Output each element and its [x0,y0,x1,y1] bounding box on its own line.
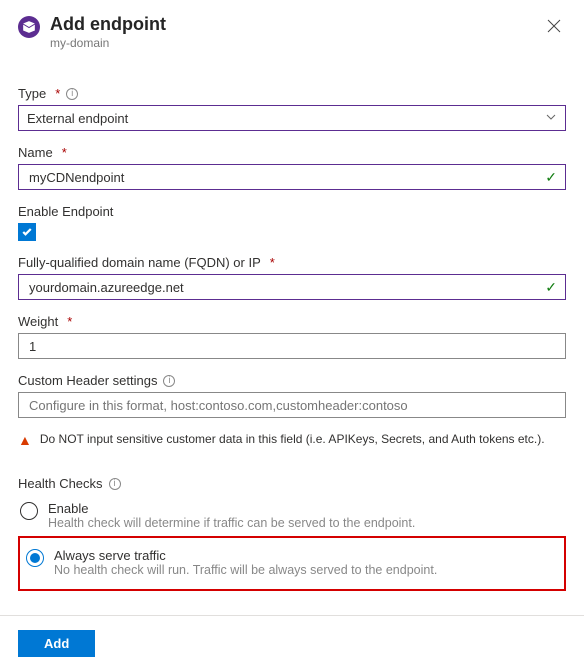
type-value: External endpoint [27,111,128,126]
hc-always-desc: No health check will run. Traffic will b… [54,563,437,577]
valid-check-icon: ✓ [545,169,557,186]
health-checks-label: Health Checks [18,476,103,491]
custom-header-label: Custom Header settings [18,373,157,388]
add-button[interactable]: Add [18,630,95,657]
fqdn-label: Fully-qualified domain name (FQDN) or IP [18,255,261,270]
info-icon[interactable]: i [109,478,121,490]
endpoint-icon [18,16,40,38]
warning-text: Do NOT input sensitive customer data in … [40,432,545,446]
weight-input[interactable] [27,338,557,355]
chevron-down-icon [545,111,557,126]
required-marker: * [270,255,275,270]
enable-endpoint-checkbox[interactable] [18,223,36,241]
type-select[interactable]: External endpoint [18,105,566,131]
enable-endpoint-label: Enable Endpoint [18,204,113,219]
close-button[interactable] [542,14,566,38]
custom-header-input-wrap [18,392,566,418]
valid-check-icon: ✓ [545,279,557,296]
panel-subtitle: my-domain [50,36,532,50]
highlight-box: Always serve traffic No health check wil… [18,536,566,591]
hc-always-label: Always serve traffic [54,548,437,563]
health-checks-always-radio[interactable] [26,549,44,567]
required-marker: * [62,145,67,160]
fqdn-input[interactable] [27,279,539,296]
name-input-wrap: ✓ [18,164,566,190]
hc-enable-desc: Health check will determine if traffic c… [48,516,415,530]
health-checks-enable-radio[interactable] [20,502,38,520]
fqdn-input-wrap: ✓ [18,274,566,300]
required-marker: * [67,314,72,329]
name-input[interactable] [27,169,539,186]
weight-label: Weight [18,314,58,329]
hc-enable-label: Enable [48,501,415,516]
panel-title: Add endpoint [50,14,532,35]
weight-input-wrap [18,333,566,359]
custom-header-input[interactable] [27,397,557,414]
type-label: Type [18,86,46,101]
warning-icon: ▲ [18,432,32,448]
required-marker: * [55,86,60,101]
name-label: Name [18,145,53,160]
info-icon[interactable]: i [163,375,175,387]
info-icon[interactable]: i [66,88,78,100]
